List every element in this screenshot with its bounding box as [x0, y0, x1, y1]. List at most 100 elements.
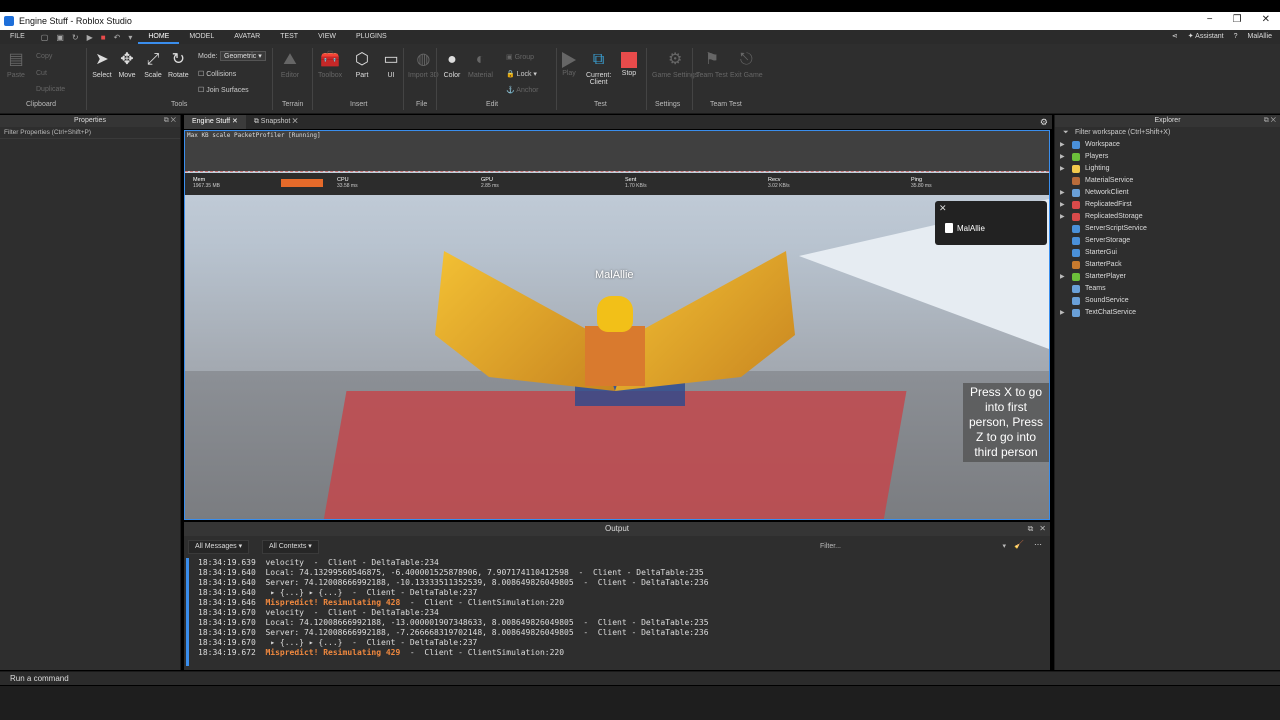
contexts-filter-dropdown[interactable]: All Contexts ▾ — [262, 540, 319, 554]
lock-button[interactable]: 🔒 Lock ▾ — [506, 70, 537, 78]
log-message: Server: 74.12008666992188, -7.2666683197… — [265, 628, 574, 637]
join-surfaces-checkbox[interactable]: ☐ Join Surfaces — [198, 86, 249, 94]
play-icon[interactable]: ▶ — [87, 33, 93, 42]
dropdown-icon[interactable]: ▾ — [128, 33, 132, 42]
scale-button[interactable]: ⤢ Scale — [143, 50, 163, 79]
explorer-item[interactable]: ▶ StarterPlayer — [1055, 271, 1280, 283]
explorer-item[interactable]: StarterPack — [1055, 259, 1280, 271]
output-log: 18:34:19.639 velocity - Client - DeltaTa… — [186, 558, 1044, 666]
maximize-button[interactable]: ❐ — [1233, 14, 1242, 25]
paste-button[interactable]: ▤ Paste — [6, 50, 26, 79]
menu-view[interactable]: VIEW — [308, 30, 346, 44]
new-file-icon[interactable]: ▢ — [41, 33, 49, 42]
assistant-button[interactable]: ✦ Assistant — [1188, 30, 1224, 44]
stop-icon[interactable]: ■ — [101, 33, 106, 42]
move-icon: ✥ — [120, 51, 134, 68]
minimize-button[interactable]: − — [1207, 14, 1213, 25]
stat-recv: Recv 3.02 KB/s — [768, 177, 790, 189]
close-button[interactable]: ✕ — [1262, 14, 1270, 25]
properties-panel: Properties ⧉ ✕ Filter Properties (Ctrl+S… — [0, 115, 181, 670]
character-nametag: MalAllie — [595, 269, 634, 281]
explorer-item[interactable]: SoundService — [1055, 295, 1280, 307]
rotate-button[interactable]: ↻ Rotate — [168, 50, 189, 79]
save-icon[interactable]: ▣ — [56, 33, 64, 42]
menu-avatar[interactable]: AVATAR — [224, 30, 270, 44]
more-options-icon[interactable]: ⋯ — [1034, 540, 1042, 549]
cut-button[interactable]: Cut — [36, 70, 47, 77]
log-message: velocity — [265, 558, 304, 567]
explorer-item-label: TextChatService — [1085, 309, 1136, 316]
explorer-item-label: Lighting — [1085, 165, 1110, 172]
tab-engine-stuff[interactable]: Engine Stuff ✕ — [184, 115, 246, 129]
toolbox-icon: 🧰 — [320, 51, 341, 68]
explorer-item[interactable]: ▶ Lighting — [1055, 163, 1280, 175]
command-bar-input[interactable]: Run a command — [0, 671, 1280, 685]
messages-filter-dropdown[interactable]: All Messages ▾ — [188, 540, 250, 554]
help-icon[interactable]: ? — [1234, 30, 1238, 44]
log-time: 18:34:19.640 — [198, 568, 256, 577]
menu-home[interactable]: HOME — [138, 30, 180, 44]
import-3d-button[interactable]: ◍ Import 3D — [408, 50, 439, 79]
service-icon — [1072, 165, 1080, 173]
explorer-item-label: Teams — [1085, 285, 1106, 292]
move-button[interactable]: ✥ Move — [117, 50, 137, 79]
expand-arrow-icon: ▶ — [1060, 190, 1065, 196]
toolbox-button[interactable]: 🧰 Toolbox — [318, 50, 342, 79]
explorer-item[interactable]: ▶ Players — [1055, 151, 1280, 163]
group-button[interactable]: ▣ Group — [506, 53, 534, 61]
properties-close-icon[interactable]: ⧉ ✕ — [164, 115, 176, 127]
menu-plugins[interactable]: PLUGINS — [346, 30, 397, 44]
collisions-checkbox[interactable]: ☐ Collisions — [198, 70, 236, 78]
play-button[interactable]: Play — [562, 50, 576, 77]
explorer-item[interactable]: ServerScriptService — [1055, 223, 1280, 235]
explorer-item[interactable]: MaterialService — [1055, 175, 1280, 187]
share-icon[interactable]: ⋖ — [1172, 30, 1178, 44]
output-filter-input[interactable]: Filter... ▾ — [820, 540, 1006, 554]
color-button[interactable]: ● Color — [442, 50, 462, 79]
anchor-button[interactable]: ⚓ Anchor — [506, 86, 538, 94]
undo-icon[interactable]: ↶ — [114, 33, 121, 42]
explorer-item[interactable]: ▶ NetworkClient — [1055, 187, 1280, 199]
output-close-icon[interactable]: ✕ — [1039, 522, 1046, 536]
explorer-item[interactable]: ▶ TextChatService — [1055, 307, 1280, 319]
player-list-name[interactable]: MalAllie — [957, 224, 985, 233]
select-button[interactable]: ➤ Select — [92, 50, 112, 79]
explorer-item[interactable]: ▶ ReplicatedStorage — [1055, 211, 1280, 223]
menu-model[interactable]: MODEL — [179, 30, 224, 44]
popup-close-icon[interactable]: ✕ — [939, 203, 947, 214]
stop-button[interactable]: Stop — [621, 50, 637, 77]
explorer-item[interactable]: ▶ ReplicatedFirst — [1055, 199, 1280, 211]
ui-button[interactable]: ▭ UI — [381, 50, 401, 79]
team-test-button[interactable]: ⚑ Team Test — [696, 50, 728, 79]
current-client-button[interactable]: ⧉ Current: Client — [586, 50, 611, 86]
clear-output-icon[interactable]: 🧹 — [1014, 540, 1024, 549]
top-letterbox — [0, 0, 1280, 12]
settings-group-label: Settings — [655, 101, 681, 108]
explorer-item[interactable]: Teams — [1055, 283, 1280, 295]
output-undock-icon[interactable]: ⧉ — [1028, 522, 1034, 536]
menu-test[interactable]: TEST — [270, 30, 308, 44]
duplicate-button[interactable]: Duplicate — [36, 86, 65, 93]
redo-icon[interactable]: ↻ — [72, 33, 79, 42]
explorer-item[interactable]: ServerStorage — [1055, 235, 1280, 247]
service-icon — [1072, 141, 1080, 149]
user-name[interactable]: MalAllie — [1247, 30, 1272, 44]
mode-select[interactable]: Geometric ▾ — [220, 51, 266, 61]
game-viewport[interactable]: Max KB scale PacketProfiler [Running] Me… — [184, 130, 1050, 520]
properties-filter-input[interactable]: Filter Properties (Ctrl+Shift+P) — [0, 127, 180, 139]
material-button[interactable]: ◐ Material — [468, 50, 493, 79]
viewport-settings-icon[interactable]: ⚙ — [1040, 115, 1048, 129]
tab-snapshot[interactable]: ⧉ Snapshot ✕ — [246, 115, 306, 129]
explorer-item[interactable]: ▶ Workspace — [1055, 139, 1280, 151]
filter-icon: ⏷ — [1063, 129, 1069, 136]
red-spawn-pad — [323, 391, 907, 519]
part-button[interactable]: ⬡ Part — [352, 50, 372, 79]
explorer-item[interactable]: StarterGui — [1055, 247, 1280, 259]
menu-file[interactable]: FILE — [0, 30, 35, 44]
expand-arrow-icon: ▶ — [1060, 202, 1065, 208]
copy-button[interactable]: Copy — [36, 53, 52, 60]
terrain-editor-button[interactable]: ⛰ Editor — [280, 50, 300, 79]
explorer-filter-input[interactable]: ⏷ Filter workspace (Ctrl+Shift+X) — [1055, 127, 1280, 139]
explorer-close-icon[interactable]: ⧉ ✕ — [1264, 115, 1276, 127]
exit-game-button[interactable]: ⎋ Exit Game — [730, 50, 763, 79]
